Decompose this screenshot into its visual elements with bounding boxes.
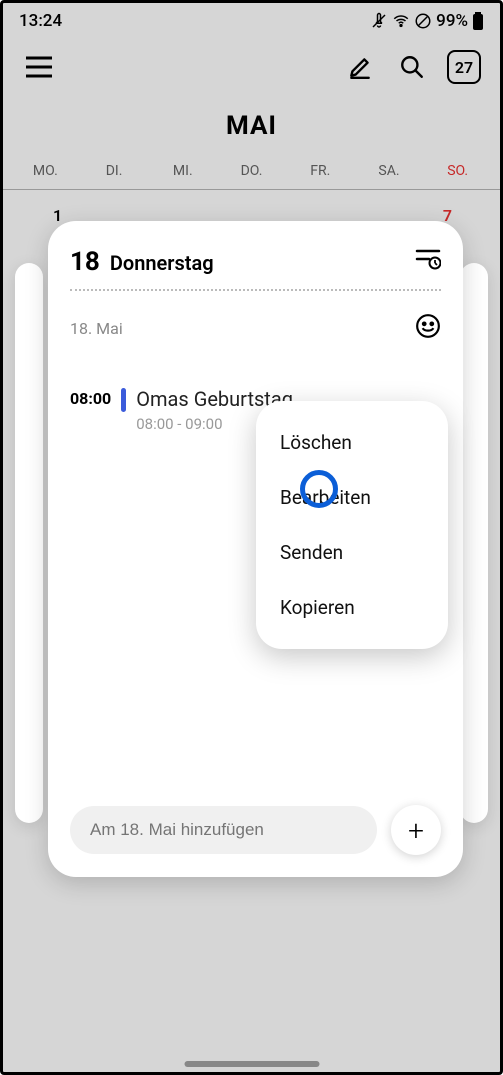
plus-icon: + [408, 814, 424, 847]
menu-item-copy[interactable]: Kopieren [256, 580, 448, 635]
bg-date-left: 1 [53, 206, 62, 225]
weekday-fri: FR. [286, 163, 355, 179]
date-row: 18. Mai [70, 313, 441, 343]
weekday-header: MO. DI. MI. DO. FR. SA. SO. [3, 163, 500, 179]
status-bar: 13:24 99% [3, 3, 500, 35]
divider [3, 189, 500, 190]
status-time: 13:24 [19, 11, 62, 31]
app-bar: 27 [3, 35, 500, 99]
hamburger-icon [26, 56, 52, 78]
add-button[interactable]: + [391, 805, 441, 855]
mute-icon [370, 12, 388, 30]
pencil-icon [347, 54, 373, 80]
dotted-divider [70, 289, 441, 291]
menu-item-edit[interactable]: Bearbeiten [256, 470, 448, 525]
weekday-thu: DO. [217, 163, 286, 179]
wifi-icon [392, 12, 410, 30]
weekday-sat: SA. [355, 163, 424, 179]
add-event-input[interactable] [70, 806, 377, 854]
search-button[interactable] [394, 49, 430, 85]
day-header: 18 Donnerstag [70, 247, 441, 277]
home-indicator[interactable] [184, 1061, 319, 1067]
menu-button[interactable] [21, 49, 57, 85]
tutorial-highlight-ring [300, 470, 338, 508]
weekday-tue: DI. [80, 163, 149, 179]
day-name: Donnerstag [110, 251, 214, 275]
search-icon [399, 54, 425, 80]
month-title: MAI [3, 111, 500, 141]
status-icons: 99% [370, 11, 484, 31]
event-start-time: 08:00 [70, 387, 111, 433]
context-menu: Löschen Bearbeiten Senden Kopieren [256, 401, 448, 649]
weekday-wed: MI. [148, 163, 217, 179]
day-number: 18 [70, 247, 100, 277]
today-button[interactable]: 27 [446, 49, 482, 85]
emoji-button[interactable] [415, 313, 441, 343]
battery-icon [472, 12, 484, 30]
menu-item-send[interactable]: Senden [256, 525, 448, 580]
date-label: 18. Mai [70, 319, 123, 338]
menu-item-delete[interactable]: Löschen [256, 415, 448, 470]
smile-icon [415, 313, 441, 339]
device-frame: 13:24 99% 27 MAI MO. DI. MI. DO. FR. SA. [0, 0, 503, 1075]
today-badge: 27 [447, 50, 481, 84]
filter-clock-icon [415, 248, 441, 270]
weekday-mon: MO. [11, 163, 80, 179]
event-color-bar [121, 388, 126, 412]
block-icon [414, 12, 432, 30]
add-row: + [70, 805, 441, 855]
weekday-sun: SO. [423, 163, 492, 179]
next-day-card[interactable] [460, 263, 488, 823]
edit-button[interactable] [342, 49, 378, 85]
prev-day-card[interactable] [15, 263, 43, 823]
battery-percent: 99% [436, 11, 468, 31]
filter-button[interactable] [415, 248, 441, 274]
